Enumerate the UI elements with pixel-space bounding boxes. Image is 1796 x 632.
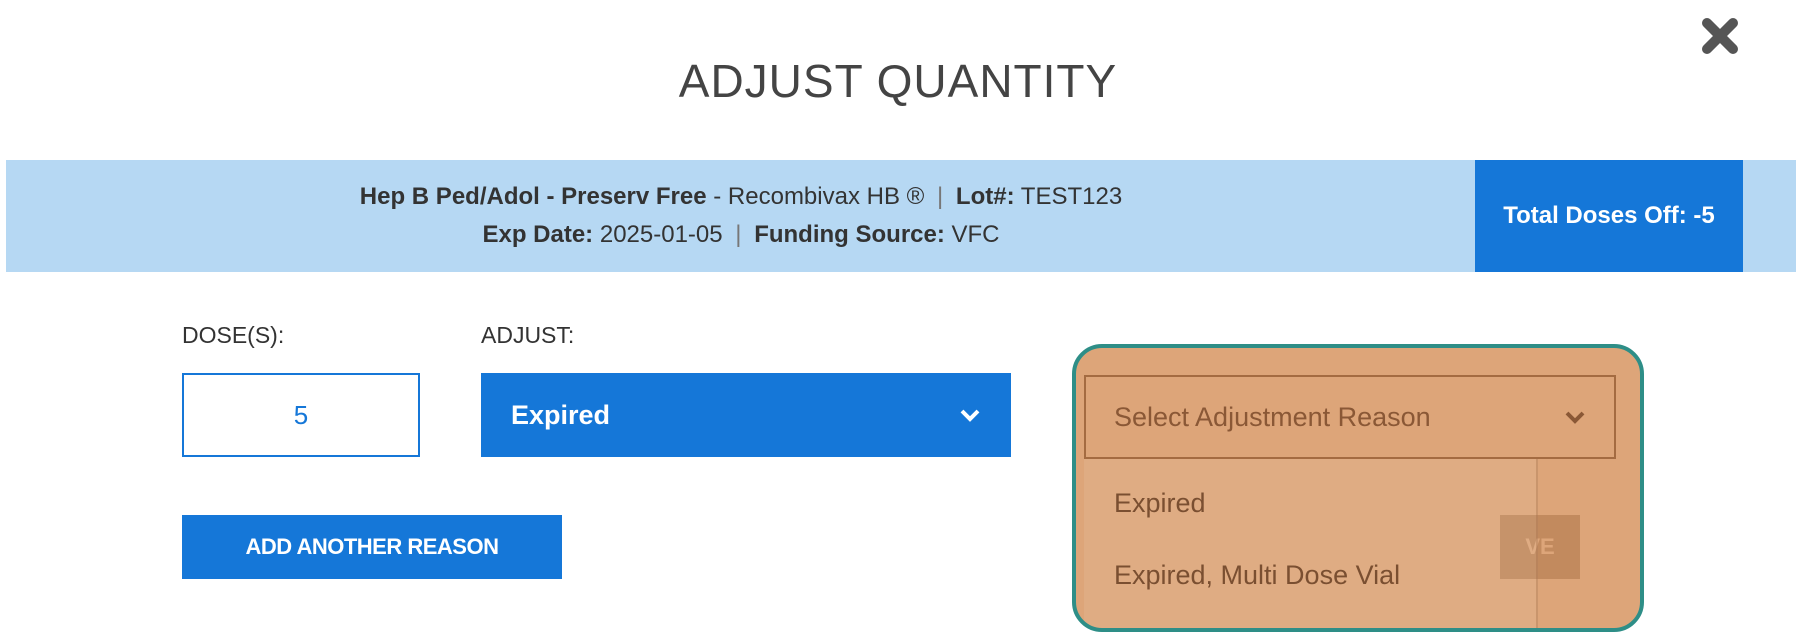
- chevron-down-icon: [1565, 411, 1585, 424]
- lot-label: Lot#:: [955, 183, 1015, 210]
- chevron-down-icon: [960, 409, 980, 422]
- reason-dropdown-menu: Expired Expired, Multi Dose Vial: [1084, 459, 1538, 628]
- doses-label: DOSE(S):: [182, 322, 285, 348]
- highlight-overlay: Select Adjustment Reason Expired Expired…: [1072, 344, 1644, 632]
- adjust-select-value: Expired: [511, 399, 611, 430]
- vaccine-line-1: Hep B Ped/Adol - Preserv Free - Recombiv…: [6, 178, 1476, 216]
- total-doses-off: Total Doses Off: -5: [1475, 160, 1743, 272]
- reason-option-expired[interactable]: Expired: [1114, 488, 1206, 519]
- vaccine-brand: - Recombivax HB ®: [713, 183, 925, 210]
- reason-option-expired-multi-dose-vial[interactable]: Expired, Multi Dose Vial: [1114, 560, 1400, 591]
- separator: |: [735, 221, 742, 248]
- funding-label: Funding Source:: [754, 221, 945, 248]
- add-another-reason-button[interactable]: ADD ANOTHER REASON: [182, 515, 562, 579]
- reason-select-placeholder: Select Adjustment Reason: [1114, 401, 1431, 432]
- vaccine-info: Hep B Ped/Adol - Preserv Free - Recombiv…: [6, 178, 1476, 254]
- exp-value: 2025-01-05: [599, 221, 723, 248]
- funding-value: VFC: [951, 221, 1000, 248]
- separator: |: [937, 183, 944, 210]
- vaccine-line-2: Exp Date: 2025-01-05 | Funding Source: V…: [6, 216, 1476, 254]
- vaccine-name: Hep B Ped/Adol - Preserv Free: [359, 183, 707, 210]
- doses-input[interactable]: 5: [182, 373, 420, 457]
- lot-value: TEST123: [1020, 183, 1123, 210]
- close-icon: [1702, 18, 1738, 54]
- adjust-select[interactable]: Expired: [481, 373, 1011, 457]
- exp-label: Exp Date:: [482, 221, 594, 248]
- adjustment-reason-select[interactable]: Select Adjustment Reason: [1084, 375, 1616, 459]
- adjust-label: ADJUST:: [481, 322, 575, 348]
- dialog-title: ADJUST QUANTITY: [678, 55, 1118, 107]
